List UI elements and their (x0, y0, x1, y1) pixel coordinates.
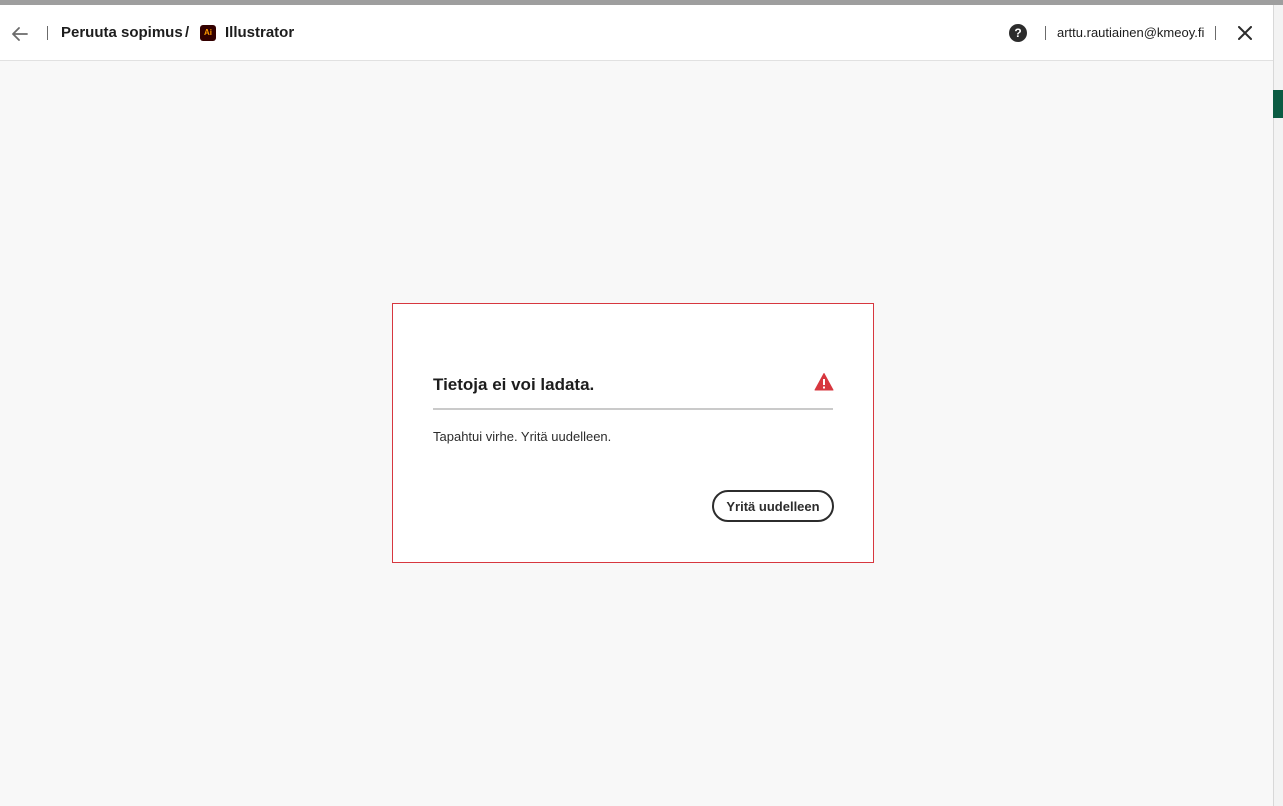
header-separator (1215, 26, 1216, 40)
dialog-title: Tietoja ei voi ladata. (433, 375, 595, 394)
illustrator-app-icon: Ai (200, 25, 216, 41)
background-window-edge (1273, 5, 1283, 806)
illustrator-icon-text: Ai (204, 28, 212, 37)
alert-triangle-icon (814, 373, 834, 391)
breadcrumb-app-name: Illustrator (225, 24, 295, 41)
retry-button[interactable]: Yritä uudelleen (712, 490, 834, 522)
header-separator (1045, 26, 1046, 40)
help-icon-glyph: ? (1014, 26, 1022, 40)
breadcrumb-cancel-plan[interactable]: Peruuta sopimus (61, 22, 183, 44)
error-dialog: Tietoja ei voi ladata. Tapahtui virhe. Y… (392, 303, 874, 563)
back-button[interactable] (8, 22, 32, 46)
close-button[interactable] (1233, 21, 1257, 45)
arrow-left-icon (12, 27, 28, 41)
background-accent (1273, 90, 1283, 118)
modal-window: Peruuta sopimus / Ai Illustrator ? arttu… (0, 5, 1273, 806)
user-email: arttu.rautiainen@kmeoy.fi (1057, 25, 1205, 40)
dialog-divider (433, 408, 833, 410)
dialog-message: Tapahtui virhe. Yritä uudelleen. (433, 429, 612, 444)
header-bar: Peruuta sopimus / Ai Illustrator ? arttu… (0, 5, 1273, 61)
header-separator (47, 26, 48, 40)
close-icon (1238, 26, 1252, 40)
help-icon[interactable]: ? (1009, 24, 1027, 42)
breadcrumb-separator: / (185, 24, 190, 41)
